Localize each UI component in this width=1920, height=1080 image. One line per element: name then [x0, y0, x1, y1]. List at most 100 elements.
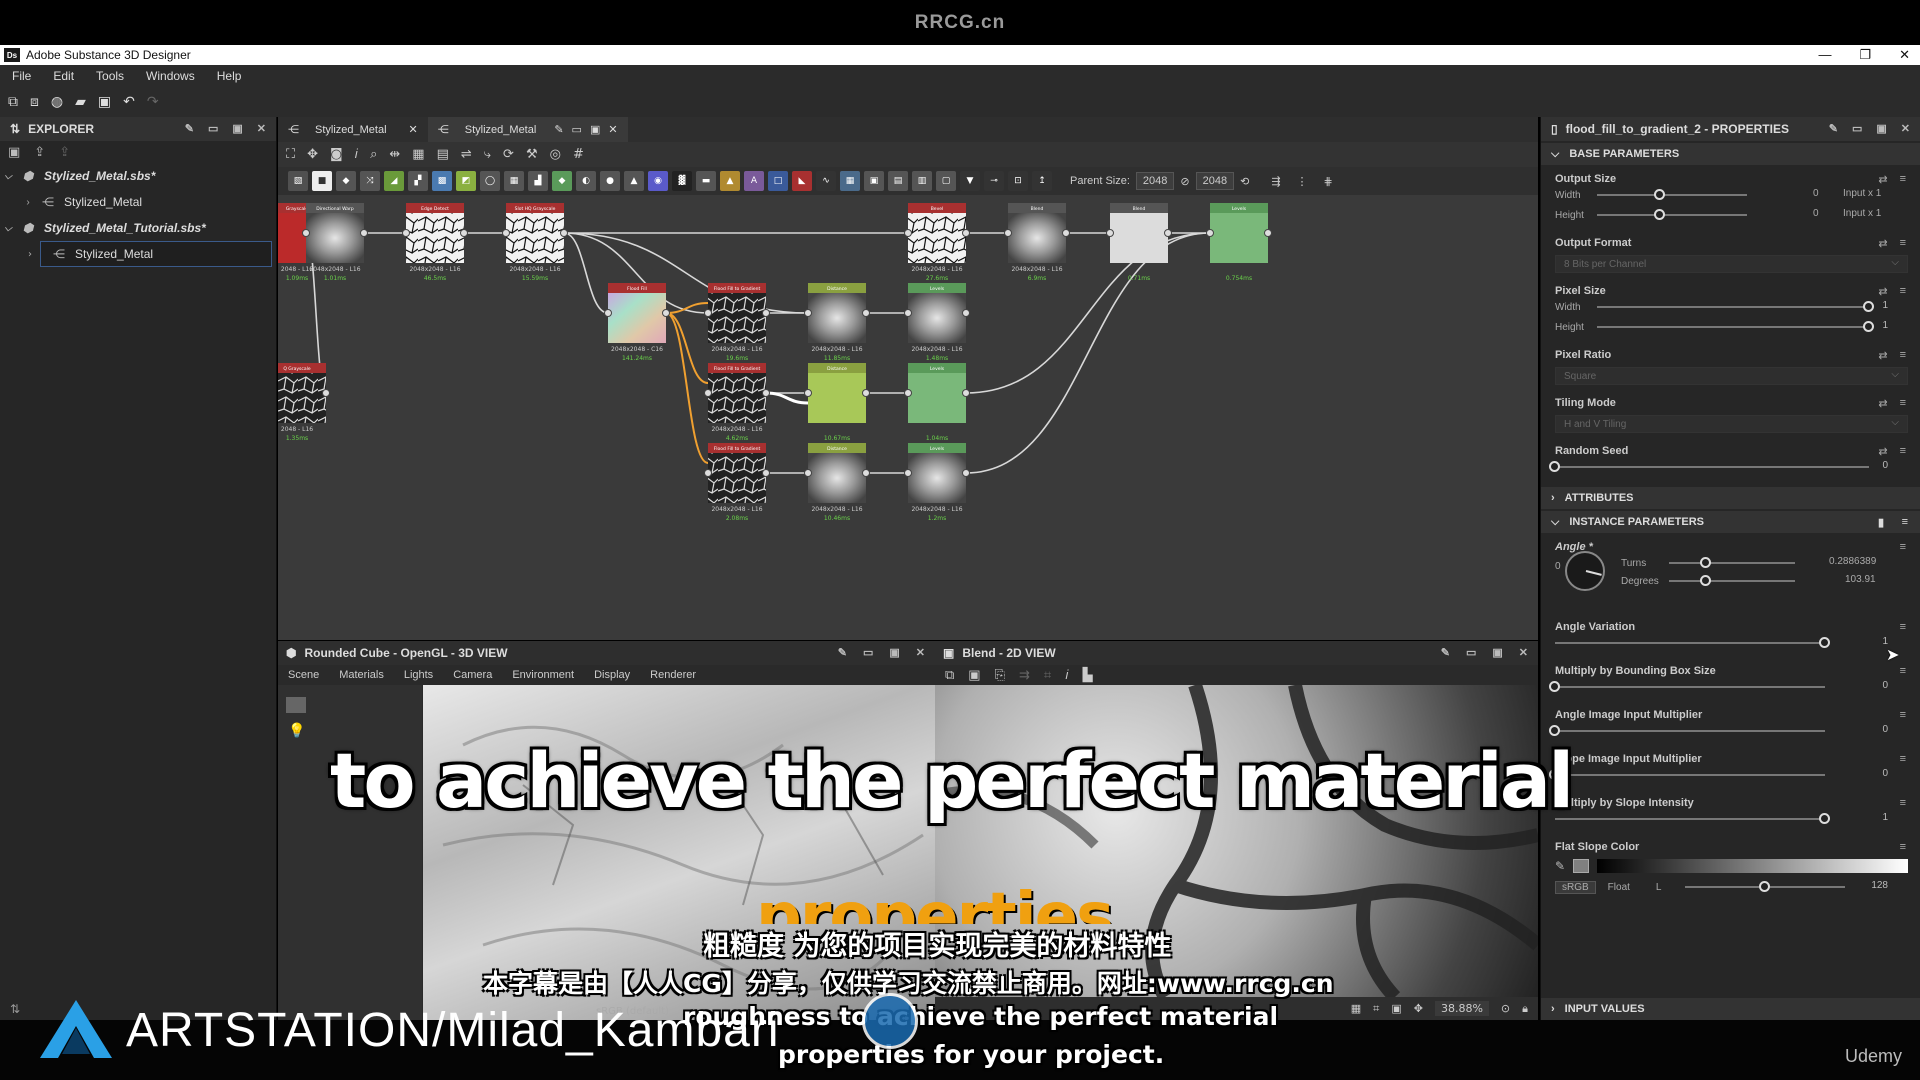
multiply-bbox-value[interactable]: 0: [1882, 680, 1888, 691]
float-icon[interactable]: ▭: [208, 122, 218, 135]
angle-image-multiplier-slider[interactable]: [1549, 725, 1560, 736]
attributes-section[interactable]: › ATTRIBUTES: [1541, 487, 1920, 509]
menu-icon[interactable]: ≡: [1900, 709, 1906, 721]
export-image-icon[interactable]: ⎘: [995, 667, 1005, 683]
float-label[interactable]: Float: [1608, 882, 1630, 893]
slider-track[interactable]: [1555, 642, 1825, 644]
node-port[interactable]: [1206, 229, 1214, 237]
node-port[interactable]: [962, 309, 970, 317]
tree-package-2[interactable]: ⌵ ⬢ Stylized_Metal_Tutorial.sbs*: [0, 215, 276, 241]
frame-add-icon[interactable]: ⊡: [1008, 171, 1028, 191]
node-port[interactable]: [862, 469, 870, 477]
output-icon[interactable]: ◆: [552, 171, 572, 191]
undo-icon[interactable]: ↶: [123, 94, 135, 110]
node-thumbnail[interactable]: [808, 373, 866, 423]
graph-node[interactable]: Blend 2048x2048 - L16 6.9ms: [1004, 203, 1070, 282]
node-thumbnail[interactable]: [808, 293, 866, 343]
expand-arrow-icon[interactable]: ›: [1551, 1003, 1555, 1015]
fxmap-icon[interactable]: ▤: [888, 171, 908, 191]
grid-snap-icon[interactable]: ⋕: [1324, 175, 1333, 188]
base-parameters-section[interactable]: ⌵ BASE PARAMETERS: [1541, 143, 1920, 165]
node-port[interactable]: [904, 469, 912, 477]
node-port[interactable]: [762, 309, 770, 317]
compute-icon[interactable]: ⇶: [1271, 175, 1280, 188]
slider-track[interactable]: [1597, 194, 1747, 196]
close-tab-icon[interactable]: ✕: [409, 123, 418, 136]
graph-node[interactable]: Levels 2048x2048 - L16 1.48ms: [904, 283, 970, 362]
node-port[interactable]: [560, 229, 568, 237]
node-thumbnail[interactable]: [708, 293, 766, 343]
output-width-mode[interactable]: Input x 1: [1843, 188, 1881, 199]
pixel-ratio-dropdown[interactable]: Square: [1555, 367, 1908, 385]
float-icon[interactable]: ▭: [863, 646, 873, 659]
node-port[interactable]: [762, 469, 770, 477]
preset-icon[interactable]: ▮: [1878, 516, 1884, 529]
close-icon[interactable]: ✕: [1901, 122, 1910, 135]
node-thumbnail[interactable]: [908, 293, 966, 343]
node-port[interactable]: [804, 469, 812, 477]
refresh-icon[interactable]: ⟳: [503, 147, 514, 162]
minimize-icon[interactable]: —: [1818, 45, 1831, 65]
new-function-icon[interactable]: ⧈: [30, 94, 39, 110]
slider-track[interactable]: [1555, 730, 1825, 732]
output-height-slider[interactable]: [1654, 209, 1665, 220]
tiling-mode-dropdown[interactable]: H and V Tiling: [1555, 415, 1908, 433]
new-graph-icon[interactable]: ⧉: [8, 94, 18, 110]
graph-node[interactable]: Flood Fill to Gradient 2048x2048 - L16 2.0…: [704, 443, 770, 522]
zoom-reset-icon[interactable]: ⊙: [1501, 1002, 1510, 1015]
lock-icon[interactable]: 🔒︎: [1522, 1002, 1528, 1016]
grid-view-icon[interactable]: ▦: [1351, 1002, 1361, 1015]
node-thumbnail[interactable]: [808, 453, 866, 503]
menu-icon[interactable]: ≡: [1900, 753, 1906, 765]
reset-size-icon[interactable]: ⟲: [1240, 175, 1249, 188]
menu-icon[interactable]: ≡: [1900, 665, 1906, 677]
menu-scene[interactable]: Scene: [288, 669, 319, 681]
save-icon[interactable]: ▣: [98, 94, 111, 110]
sphere-icon[interactable]: ◉: [648, 171, 668, 191]
input-values-section[interactable]: › INPUT VALUES: [1541, 998, 1920, 1020]
align-icon[interactable]: ⇹: [389, 147, 400, 162]
menu-renderer[interactable]: Renderer: [650, 669, 696, 681]
output-width-slider[interactable]: [1654, 189, 1665, 200]
node-port[interactable]: [502, 229, 510, 237]
node-port[interactable]: [704, 469, 712, 477]
pixel-width-value[interactable]: 1: [1882, 300, 1888, 311]
node-graph-canvas[interactable]: Grayscale 2048 - L16 1.09ms Q Grayscale 2048…: [278, 195, 1538, 640]
histogram-icon[interactable]: ▙: [1083, 667, 1093, 683]
collapse-arrow-icon[interactable]: ⌵: [0, 223, 16, 234]
menu-icon[interactable]: ≡: [1900, 621, 1906, 633]
menu-environment[interactable]: Environment: [512, 669, 574, 681]
graph-in-icon[interactable]: ▢: [936, 171, 956, 191]
snapshot-icon[interactable]: ◎: [550, 147, 561, 162]
bitmap-node-icon[interactable]: ▧: [288, 171, 308, 191]
menu-help[interactable]: Help: [217, 69, 242, 83]
flat-slope-l-slider[interactable]: [1759, 881, 1770, 892]
search-icon[interactable]: ⌕: [370, 147, 377, 162]
redo-icon[interactable]: ↷: [147, 94, 159, 110]
collapse-arrow-icon[interactable]: ⌵: [0, 171, 16, 182]
random-seed-value[interactable]: 0: [1882, 460, 1888, 471]
menu-icon[interactable]: ≡: [1900, 841, 1906, 853]
frame-tool-icon[interactable]: □: [768, 171, 788, 191]
output-format-dropdown[interactable]: 8 Bits per Channel: [1555, 255, 1908, 273]
vector-icon[interactable]: ▥: [912, 171, 932, 191]
restore-icon[interactable]: ❐: [1859, 45, 1871, 65]
node-thumbnail[interactable]: [908, 373, 966, 423]
pixel-width-slider[interactable]: [1863, 301, 1874, 312]
link-param-icon[interactable]: ⇄: [1878, 397, 1887, 410]
graph-node[interactable]: Directional Warp 2048x2048 - L16 1.01ms: [302, 203, 368, 282]
bitmap-icon[interactable]: ◆: [336, 171, 356, 191]
node-thumbnail[interactable]: [908, 213, 966, 263]
slider-track[interactable]: [1555, 818, 1825, 820]
pan-icon[interactable]: ✥: [1414, 1002, 1423, 1015]
node-thumbnail[interactable]: [506, 213, 564, 263]
profile-icon[interactable]: ⋮: [1297, 175, 1308, 188]
levels-icon[interactable]: ▞: [408, 171, 428, 191]
float-icon[interactable]: ▭: [1852, 122, 1862, 135]
menu-lights[interactable]: Lights: [404, 669, 433, 681]
noise-icon[interactable]: ▓: [672, 171, 692, 191]
float-icon[interactable]: ▭: [1466, 646, 1476, 659]
pixel-height-slider[interactable]: [1863, 321, 1874, 332]
save-package-icon[interactable]: ▣: [8, 145, 20, 160]
graph-node[interactable]: Blend 0.71ms: [1106, 203, 1172, 282]
